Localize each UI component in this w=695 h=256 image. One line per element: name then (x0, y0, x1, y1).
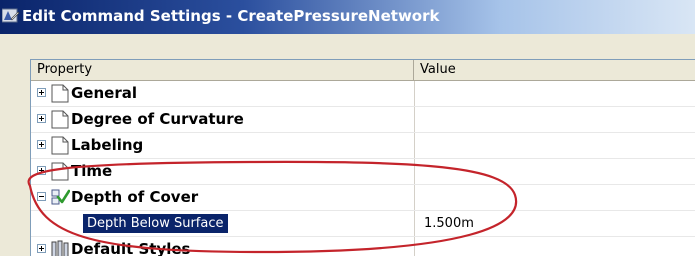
styles-icon (51, 240, 69, 256)
page-icon (51, 162, 69, 181)
category-label: Labeling (71, 136, 144, 154)
value-column-header[interactable]: Value (414, 60, 695, 80)
category-row-degree-of-curvature[interactable]: Degree of Curvature (31, 107, 695, 133)
expand-plus-icon[interactable] (37, 88, 46, 97)
title-bar[interactable]: Edit Command Settings - CreatePressureNe… (0, 0, 695, 34)
category-row-depth-of-cover[interactable]: Depth of Cover (31, 185, 695, 211)
collapse-minus-icon[interactable] (37, 192, 46, 201)
category-label: Depth of Cover (71, 188, 199, 206)
category-label: Default Styles (71, 240, 191, 256)
page-icon (51, 110, 69, 129)
expand-plus-icon[interactable] (37, 166, 46, 175)
property-grid: Property Value General Degree of Curvatu… (30, 59, 695, 256)
property-column-header[interactable]: Property (31, 60, 414, 80)
category-label: Time (71, 162, 113, 180)
expand-plus-icon[interactable] (37, 114, 46, 123)
window-title: Edit Command Settings - CreatePressureNe… (22, 7, 440, 25)
category-row-general[interactable]: General (31, 81, 695, 107)
expand-plus-icon[interactable] (37, 140, 46, 149)
category-row-default-styles[interactable]: Default Styles (31, 237, 695, 256)
checked-settings-icon (51, 189, 70, 205)
edit-command-settings-window: Edit Command Settings - CreatePressureNe… (0, 0, 695, 256)
page-icon (51, 136, 69, 155)
property-value[interactable]: 1.500m (424, 214, 474, 233)
autocad-icon (2, 8, 20, 23)
page-icon (51, 84, 69, 103)
category-row-time[interactable]: Time (31, 159, 695, 185)
grid-header: Property Value (31, 60, 695, 81)
property-label[interactable]: Depth Below Surface (83, 214, 228, 233)
expand-plus-icon[interactable] (37, 244, 46, 253)
category-label: Degree of Curvature (71, 110, 244, 128)
property-row-depth-below-surface[interactable]: Depth Below Surface 1.500m (31, 211, 695, 237)
category-label: General (71, 84, 137, 102)
category-row-labeling[interactable]: Labeling (31, 133, 695, 159)
